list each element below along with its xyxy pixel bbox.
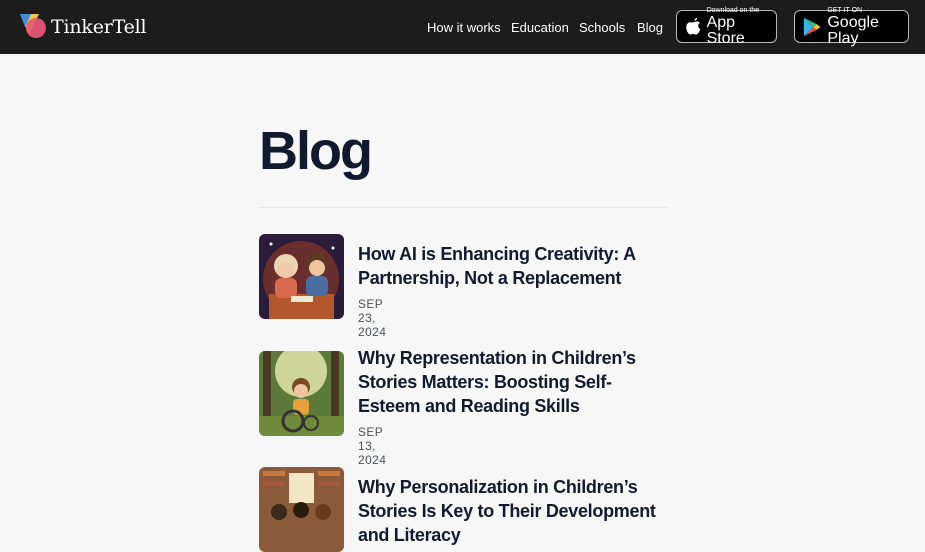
app-store-big: App Store — [706, 13, 745, 47]
apple-icon — [686, 17, 701, 35]
post-date: SEP 13, 2024 — [358, 425, 387, 467]
app-store-small: Download on the — [706, 6, 760, 14]
post-date: SEP 23, 2024 — [358, 297, 387, 339]
nav-how-it-works[interactable]: How it works — [427, 20, 501, 35]
post-thumbnail-image[interactable] — [259, 234, 344, 319]
post-title[interactable]: Why Personalization in Children’s Storie… — [358, 475, 668, 547]
google-play-small: GET IT ON — [827, 6, 863, 14]
google-play-big: Google Play — [827, 13, 879, 47]
divider — [259, 207, 667, 208]
post-title[interactable]: Why Representation in Children’s Stories… — [358, 346, 668, 418]
google-play-icon — [803, 17, 821, 36]
nav-education[interactable]: Education — [511, 20, 569, 35]
brand-logo[interactable]: TinkerTell — [19, 13, 147, 41]
tinkertell-logo-icon — [20, 14, 46, 38]
page-title: Blog — [259, 121, 373, 181]
nav-blog[interactable]: Blog — [637, 20, 663, 35]
brand-name: TinkerTell — [51, 16, 147, 38]
post-thumbnail-image[interactable] — [259, 467, 344, 552]
app-store-button[interactable]: Download on the App Store — [676, 6, 777, 46]
nav-schools[interactable]: Schools — [579, 20, 625, 35]
google-play-button[interactable]: GET IT ON Google Play — [794, 6, 909, 46]
post-thumbnail-image[interactable] — [259, 351, 344, 436]
top-navbar: TinkerTell How it works Education School… — [0, 0, 925, 54]
post-title[interactable]: How AI is Enhancing Creativity: A Partne… — [358, 242, 668, 290]
